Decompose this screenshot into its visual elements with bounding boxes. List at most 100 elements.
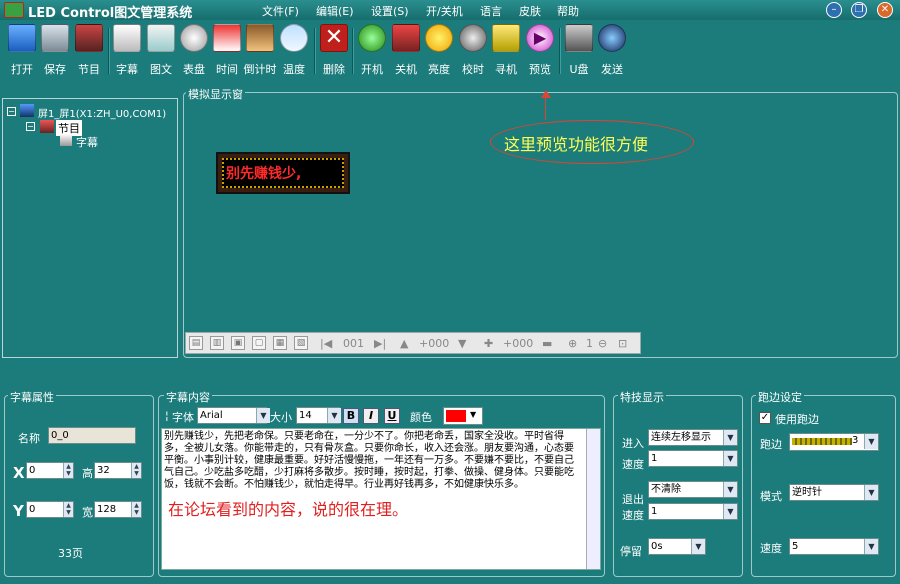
delete-button[interactable]: ✕ 删除	[317, 24, 351, 80]
use-border-checkbox[interactable]: ✓	[759, 412, 771, 424]
page-number: 001	[343, 337, 364, 350]
minimize-icon[interactable]: –	[826, 2, 842, 18]
toolbar-separator	[352, 28, 354, 74]
layout-5-icon[interactable]: ▦	[273, 336, 287, 350]
up-icon[interactable]: ▲	[400, 337, 408, 350]
height-spinner-icon[interactable]: ▲ ▼	[131, 463, 141, 478]
preview-toolbar: ▤ ▥ ▣ ▢ ▦ ▧ |◀ 001 ▶| ▲ +000 ▼ ✚ +000 ▬ …	[185, 332, 641, 354]
border-label: 跑边	[760, 438, 782, 451]
bold-button[interactable]: B	[343, 408, 359, 424]
menu-skin[interactable]: 皮肤	[519, 3, 541, 19]
time-button[interactable]: 时间	[210, 24, 244, 80]
sync-time-button[interactable]: 校时	[456, 24, 490, 80]
open-button[interactable]: 打开	[5, 24, 39, 80]
subtitle-button[interactable]: 字幕	[110, 24, 144, 80]
tree-screen[interactable]: 屏1_屏1(X1:ZH_U0,COM1)	[38, 105, 166, 120]
color-dropdown-icon[interactable]: ▼	[470, 410, 476, 419]
search-device-icon	[492, 24, 520, 52]
layout-3-icon[interactable]: ▣	[231, 336, 245, 350]
tree-expander[interactable]: −	[26, 122, 35, 131]
subtitle-icon	[113, 24, 141, 52]
send-button[interactable]: 发送	[595, 24, 629, 80]
hourglass-icon	[246, 24, 274, 52]
color-label: 颜色	[410, 411, 432, 424]
preview-button[interactable]: ▶ 预览	[523, 24, 557, 80]
font-dropdown-icon[interactable]: ▼	[256, 408, 270, 423]
image-text-button[interactable]: 图文	[144, 24, 178, 80]
layout-1-icon[interactable]: ▤	[189, 336, 203, 350]
border-legend: 跑边设定	[756, 389, 804, 405]
name-label: 名称	[18, 432, 40, 445]
content-note[interactable]: 在论坛看到的内容，说的很在理。	[168, 500, 428, 520]
menu-file[interactable]: 文件(F)	[262, 3, 299, 19]
maximize-icon[interactable]: ❐	[851, 2, 867, 18]
menu-settings[interactable]: 设置(S)	[371, 3, 409, 19]
menu-power[interactable]: 开/关机	[426, 3, 463, 19]
countdown-button[interactable]: 倒计时	[243, 24, 277, 80]
x-spinner-icon[interactable]: ▲ ▼	[63, 463, 73, 478]
speed-label: 速度	[760, 542, 782, 555]
content-legend: 字幕内容	[164, 389, 212, 405]
y-label: Y	[13, 502, 24, 520]
underline-button[interactable]: U	[384, 408, 400, 424]
layout-4-icon[interactable]: ▢	[252, 336, 266, 350]
usb-button[interactable]: U盘	[562, 24, 596, 80]
usb-icon	[565, 24, 593, 52]
pos2-value: +000	[503, 337, 534, 350]
width-spinner-icon[interactable]: ▲ ▼	[131, 502, 141, 517]
width-label: 宽	[82, 506, 93, 519]
down-icon[interactable]: ▼	[458, 337, 466, 350]
size-dropdown-icon[interactable]: ▼	[327, 408, 341, 423]
time-icon	[213, 24, 241, 52]
height-label: 高	[82, 467, 93, 480]
menu-help[interactable]: 帮助	[557, 3, 579, 19]
enter-speed-dropdown-icon[interactable]: ▼	[723, 451, 737, 466]
main-toolbar: 打开 保存 节目 字幕 图文 表盘 时间 倒计时 温度 ✕ 删除 开机 关机 亮度…	[0, 20, 900, 82]
temperature-button[interactable]: 温度	[277, 24, 311, 80]
power-on-button[interactable]: 开机	[355, 24, 389, 80]
speed-dropdown-icon[interactable]: ▼	[864, 539, 878, 554]
zoom-in-icon[interactable]: ⊕	[568, 337, 577, 350]
send-icon	[598, 24, 626, 52]
zoom-value: 1	[586, 337, 593, 350]
brightness-button[interactable]: 亮度	[422, 24, 456, 80]
program-button[interactable]: 节目	[72, 24, 106, 80]
menu-language[interactable]: 语言	[480, 3, 502, 19]
close-icon[interactable]: ✕	[877, 2, 893, 18]
stay-dropdown-icon[interactable]: ▼	[691, 539, 705, 554]
first-page-icon[interactable]: |◀	[320, 337, 332, 350]
pos1-value: +000	[419, 337, 450, 350]
clock-face-icon	[180, 24, 208, 52]
title-bar: LED Control图文管理系统 文件(F) 编辑(E) 设置(S) 开/关机…	[0, 0, 900, 21]
name-field[interactable]: 0_0	[48, 427, 136, 444]
layout-2-icon[interactable]: ▥	[210, 336, 224, 350]
folder-icon	[8, 24, 36, 52]
content-scrollbar[interactable]	[586, 429, 600, 569]
exit-speed-dropdown-icon[interactable]: ▼	[723, 504, 737, 519]
menu-edit[interactable]: 编辑(E)	[316, 3, 354, 19]
search-device-button[interactable]: 寻机	[489, 24, 523, 80]
tree-subtitle[interactable]: 字幕	[76, 134, 98, 150]
minus-icon[interactable]: ▬	[542, 337, 552, 350]
zoom-out-icon[interactable]: ⊖	[598, 337, 607, 350]
border-dropdown-icon[interactable]: ▼	[864, 434, 878, 449]
italic-button[interactable]: I	[363, 408, 379, 424]
mode-dropdown-icon[interactable]: ▼	[864, 485, 878, 500]
layout-6-icon[interactable]: ▧	[294, 336, 308, 350]
preview-note: 这里预览功能很方便	[504, 135, 649, 154]
plus-icon[interactable]: ✚	[484, 337, 493, 350]
enter-dropdown-icon[interactable]: ▼	[723, 430, 737, 445]
content-text[interactable]: 别先赚钱少，先把老命保。只要老命在，一分少不了。你把老命丢，国家全没收。平时省得…	[164, 431, 578, 491]
next-page-icon[interactable]: ▶|	[374, 337, 386, 350]
mode-label: 模式	[760, 490, 782, 503]
clock-face-button[interactable]: 表盘	[177, 24, 211, 80]
border-pattern	[792, 438, 852, 445]
use-border-label: 使用跑边	[775, 413, 819, 426]
app-logo-icon	[4, 2, 24, 18]
save-button[interactable]: 保存	[38, 24, 72, 80]
exit-dropdown-icon[interactable]: ▼	[723, 482, 737, 497]
power-off-button[interactable]: 关机	[389, 24, 423, 80]
fit-icon[interactable]: ⊡	[618, 337, 627, 350]
tree-expander[interactable]: −	[7, 107, 16, 116]
y-spinner-icon[interactable]: ▲ ▼	[63, 502, 73, 517]
